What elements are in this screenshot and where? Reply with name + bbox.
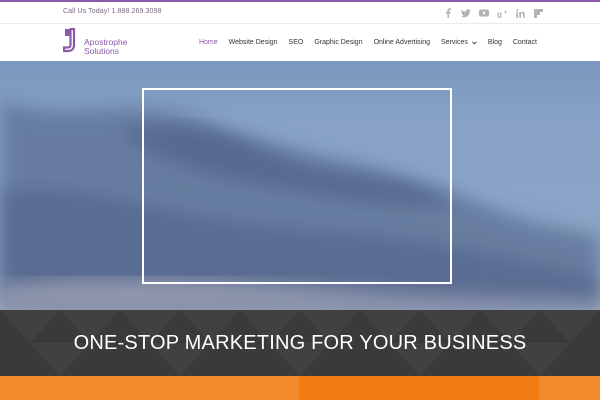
main-nav: Home Website Design SEO Graphic Design O… [188, 39, 537, 46]
nav-item-website-design[interactable]: Website Design [229, 39, 278, 46]
top-info-bar: Call Us Today! 1.888.269.3098 g [0, 2, 600, 24]
nav-item-online-advertising[interactable]: Online Advertising [374, 39, 430, 46]
tagline-banner: ONE-STOP MARKETING FOR YOUR BUSINESS [0, 310, 600, 376]
hero-slider [0, 61, 600, 310]
logo-text-line2: Solutions [84, 46, 119, 56]
site-header: Apostrophe Solutions Home Website Design… [0, 24, 600, 61]
orange-feature-center [299, 376, 539, 400]
nav-item-services-label: Services [441, 39, 468, 46]
nav-item-contact[interactable]: Contact [513, 39, 537, 46]
flipboard-icon[interactable] [531, 6, 545, 20]
site-logo[interactable]: Apostrophe Solutions [63, 28, 153, 58]
nav-item-seo[interactable]: SEO [289, 39, 304, 46]
social-links: g [437, 6, 545, 20]
facebook-icon[interactable] [441, 6, 455, 20]
logo-mark-icon [63, 28, 76, 53]
chevron-down-icon [472, 40, 477, 44]
linkedin-icon[interactable] [513, 6, 527, 20]
nav-item-blog[interactable]: Blog [488, 39, 502, 46]
hero-frame [142, 88, 452, 284]
tagline-headline: ONE-STOP MARKETING FOR YOUR BUSINESS [73, 332, 527, 354]
phone-number: Call Us Today! 1.888.269.3098 [63, 8, 162, 15]
orange-feature-strip [0, 376, 600, 400]
svg-text:g: g [497, 10, 502, 18]
youtube-icon[interactable] [477, 6, 491, 20]
google-plus-icon[interactable]: g [495, 6, 509, 20]
nav-item-graphic-design[interactable]: Graphic Design [314, 39, 362, 46]
nav-item-services[interactable]: Services [441, 39, 477, 46]
nav-item-home[interactable]: Home [199, 39, 218, 46]
twitter-icon[interactable] [459, 6, 473, 20]
